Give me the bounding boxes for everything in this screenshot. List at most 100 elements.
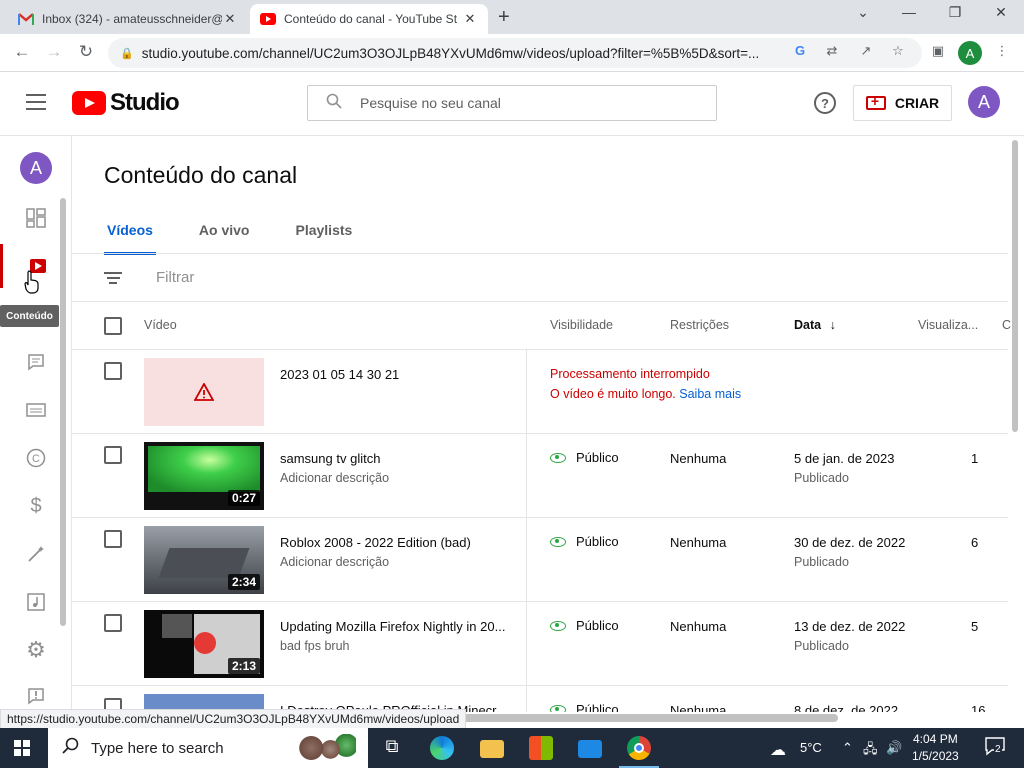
notifications-icon[interactable]: 2 — [984, 736, 1006, 759]
channel-avatar[interactable]: A — [20, 152, 52, 184]
table-row[interactable]: 0:27 samsung tv glitch Adicionar descriç… — [72, 434, 1008, 518]
channel-search-input[interactable] — [360, 95, 680, 111]
restore-button[interactable]: ❐ — [932, 4, 978, 21]
task-view-icon[interactable]: ⧉ — [380, 736, 404, 760]
column-visibility[interactable]: Visibilidade — [550, 318, 613, 332]
weather-cloud-icon[interactable]: ☁ — [770, 740, 786, 760]
channel-search-box[interactable] — [307, 85, 717, 121]
taskbar-clock[interactable]: 4:04 PM 1/5/2023 — [912, 731, 959, 765]
svg-text:C: C — [32, 453, 40, 465]
lock-icon[interactable]: 🔒 — [120, 47, 134, 60]
edge-browser-icon[interactable] — [430, 736, 454, 760]
video-title[interactable]: Updating Mozilla Firefox Nightly in 20..… — [280, 619, 505, 634]
status-bar-url: https://studio.youtube.com/channel/UC2um… — [0, 709, 467, 729]
network-icon[interactable]: 🖧 — [863, 740, 878, 762]
row-checkbox[interactable] — [104, 530, 122, 548]
hamburger-menu-icon[interactable] — [26, 94, 46, 110]
windows-start-icon[interactable] — [14, 740, 30, 756]
minimize-button[interactable]: — — [886, 4, 932, 20]
bookmark-star-icon[interactable]: ☆ — [888, 43, 908, 59]
file-explorer-icon[interactable] — [480, 740, 504, 758]
forward-button[interactable]: → — [42, 42, 66, 62]
volume-icon[interactable]: 🔊 — [886, 740, 902, 756]
table-row[interactable]: 2:13 Updating Mozilla Firefox Nightly in… — [72, 602, 1008, 686]
visibility-cell[interactable]: Público — [550, 702, 619, 712]
restrictions-cell: Nenhuma — [670, 703, 727, 712]
tab-search-icon[interactable]: ⌄ — [840, 4, 886, 21]
filter-icon[interactable] — [104, 269, 122, 287]
row-checkbox[interactable] — [104, 362, 122, 380]
select-all-checkbox[interactable] — [104, 317, 122, 335]
side-panel-icon[interactable]: ▣ — [928, 43, 948, 59]
content-tabs: Vídeos Ao vivo Playlists — [104, 220, 395, 255]
video-thumbnail[interactable]: 2:34 — [144, 526, 264, 594]
settings-icon[interactable]: ⚙ — [0, 628, 72, 672]
browser-profile-avatar[interactable]: A — [958, 41, 982, 65]
tab-playlists[interactable]: Playlists — [292, 220, 355, 255]
main-vertical-scrollbar[interactable] — [1012, 140, 1018, 432]
row-checkbox[interactable] — [104, 614, 122, 632]
processing-error-title: Processamento interrompido — [550, 367, 710, 381]
tab-title: Conteúdo do canal - YouTube St — [284, 12, 458, 26]
row-checkbox[interactable] — [104, 446, 122, 464]
google-icon[interactable]: G — [790, 43, 810, 58]
close-tab-icon[interactable]: ✕ — [222, 11, 238, 27]
tab-gmail[interactable]: Inbox (324) - amateusschneider@ ✕ — [8, 4, 248, 34]
weather-temp[interactable]: 5°C — [800, 740, 822, 755]
video-description[interactable]: Adicionar descrição — [280, 555, 389, 569]
account-avatar[interactable]: A — [968, 86, 1000, 118]
rail-scrollbar[interactable] — [60, 198, 66, 626]
translate-icon[interactable]: ⇄ — [822, 43, 842, 59]
video-title[interactable]: 2023 01 05 14 30 21 — [280, 367, 399, 382]
date-cell: 8 de dez. de 2022 — [794, 703, 899, 712]
visibility-label: Público — [576, 450, 619, 465]
video-description[interactable]: bad fps bruh — [280, 639, 350, 653]
eye-icon — [550, 704, 566, 712]
mail-icon[interactable] — [578, 740, 602, 758]
video-title[interactable]: Roblox 2008 - 2022 Edition (bad) — [280, 535, 471, 550]
table-row[interactable]: 2:34 Roblox 2008 - 2022 Edition (bad) Ad… — [72, 518, 1008, 602]
table-row[interactable]: 2023 01 05 14 30 21 Processamento interr… — [72, 350, 1008, 434]
video-thumbnail[interactable]: 2:13 — [144, 610, 264, 678]
filter-input[interactable] — [156, 269, 355, 286]
views-cell: 1 — [971, 451, 979, 466]
warning-icon — [193, 382, 215, 404]
close-window-button[interactable]: ✕ — [978, 4, 1024, 21]
back-button[interactable]: ← — [10, 42, 34, 62]
video-thumbnail[interactable]: 0:27 — [144, 442, 264, 510]
column-date[interactable]: Data ↓ — [794, 318, 836, 332]
column-divider — [526, 434, 527, 518]
visibility-cell[interactable]: Público — [550, 534, 619, 549]
tab-youtube-studio[interactable]: Conteúdo do canal - YouTube St ✕ — [250, 4, 488, 34]
show-hidden-icons-icon[interactable]: ⌃ — [842, 740, 853, 756]
notification-count: 2 — [994, 744, 1002, 755]
new-tab-button[interactable]: + — [498, 6, 510, 29]
column-restrictions[interactable]: Restrições — [670, 318, 729, 332]
learn-more-link[interactable]: Saiba mais — [679, 387, 741, 401]
tab-videos[interactable]: Vídeos — [104, 220, 156, 255]
close-tab-icon[interactable]: ✕ — [462, 11, 478, 27]
menu-kebab-icon[interactable]: ⋮ — [992, 43, 1012, 59]
chrome-icon[interactable] — [627, 736, 651, 760]
search-icon — [62, 737, 79, 759]
column-next[interactable]: C — [1002, 318, 1011, 332]
video-duration: 2:34 — [227, 574, 260, 590]
date-cell: 30 de dez. de 2022 — [794, 535, 906, 550]
video-title[interactable]: samsung tv glitch — [280, 451, 380, 466]
taskbar-search-box[interactable]: Type here to search — [48, 728, 368, 768]
studio-logo[interactable]: Studio — [72, 89, 180, 117]
tab-live[interactable]: Ao vivo — [196, 220, 253, 255]
create-button[interactable]: CRIAR — [853, 85, 952, 121]
help-icon[interactable]: ? — [814, 92, 836, 114]
video-duration: 2:13 — [227, 658, 260, 674]
reload-button[interactable]: ↻ — [74, 42, 98, 62]
visibility-cell[interactable]: Público — [550, 618, 619, 633]
video-thumbnail[interactable] — [144, 358, 264, 426]
share-icon[interactable]: ↗ — [856, 43, 876, 59]
microsoft-store-icon[interactable] — [529, 736, 553, 760]
column-views[interactable]: Visualiza... — [918, 318, 978, 332]
video-description[interactable]: Adicionar descrição — [280, 471, 389, 485]
visibility-cell[interactable]: Público — [550, 450, 619, 465]
error-detail-text: O vídeo é muito longo. — [550, 387, 676, 401]
mouse-pointer-icon — [24, 270, 40, 300]
